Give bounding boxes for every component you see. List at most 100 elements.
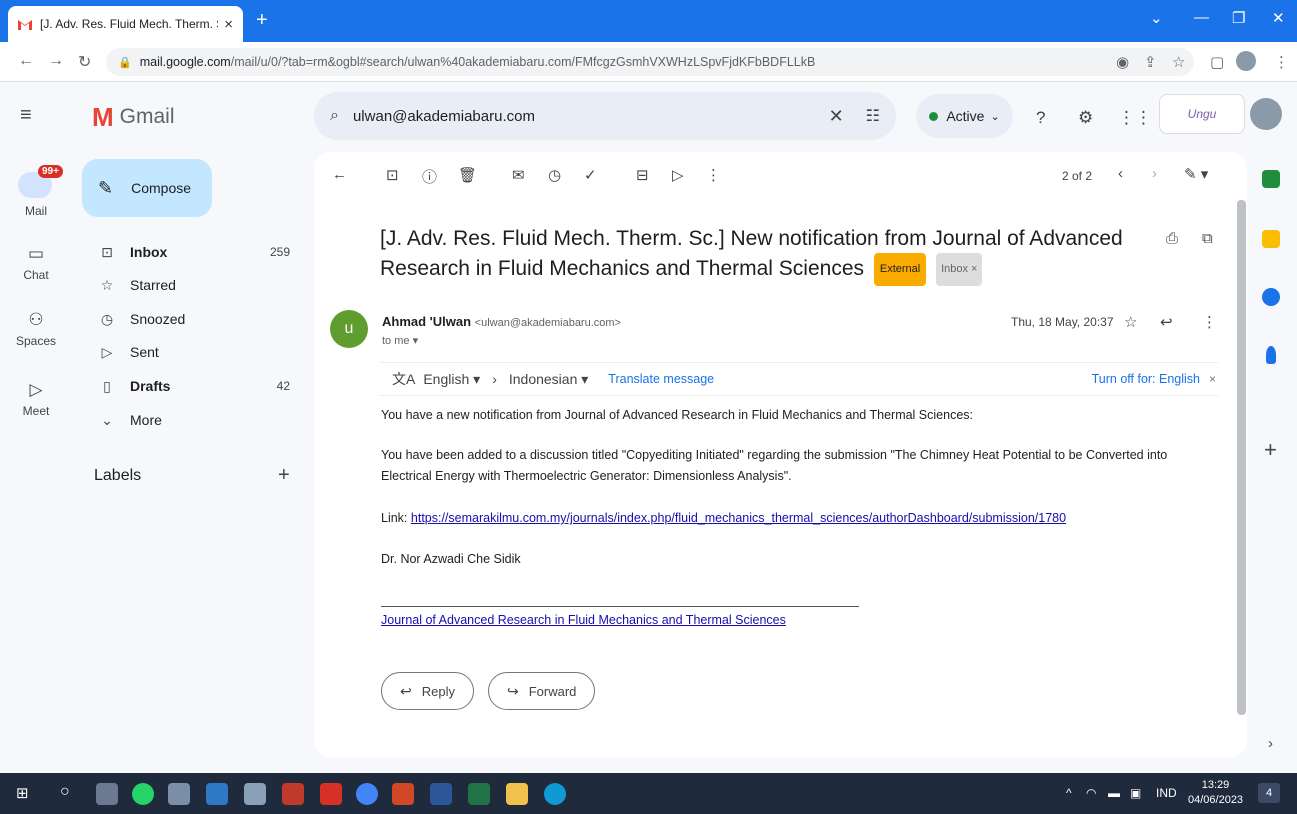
extension-icon[interactable]: ◉ xyxy=(1116,53,1129,71)
taskbar-search-icon[interactable]: ○ xyxy=(60,783,70,801)
print-icon[interactable]: ⎙ xyxy=(1166,230,1178,247)
sender-name[interactable]: Ahmad 'Ulwan xyxy=(382,314,471,329)
excel-icon[interactable] xyxy=(468,783,490,805)
reply-icon[interactable]: ↩ xyxy=(1160,313,1173,331)
acrobat-icon[interactable] xyxy=(320,783,342,805)
wifi-icon[interactable]: ◠ xyxy=(1086,786,1096,800)
archive-icon[interactable]: ⊡ xyxy=(386,166,399,184)
tab-close-icon[interactable]: × xyxy=(224,16,233,33)
calendar-icon[interactable] xyxy=(1262,170,1280,188)
search-icon[interactable]: ⌕ xyxy=(330,107,339,125)
minimize-icon[interactable]: — xyxy=(1194,9,1209,26)
translate-message-link[interactable]: Translate message xyxy=(608,372,714,386)
calculator-icon[interactable] xyxy=(206,783,228,805)
message-more-icon[interactable]: ⋮ xyxy=(1202,313,1217,331)
mendeley-icon[interactable] xyxy=(282,783,304,805)
input-language[interactable]: IND xyxy=(1156,786,1177,800)
chrome-icon[interactable] xyxy=(356,783,378,805)
source-language-select[interactable]: English ▾ xyxy=(423,371,480,388)
get-addons-icon[interactable]: + xyxy=(1264,437,1277,463)
newer-icon[interactable]: ‹ xyxy=(1118,165,1123,182)
notification-center-icon[interactable]: 4 xyxy=(1258,783,1280,803)
status-selector[interactable]: Active ⌄ xyxy=(916,94,1013,138)
label-icon[interactable]: ▷ xyxy=(672,166,684,184)
keep-icon[interactable] xyxy=(1262,230,1280,248)
open-new-window-icon[interactable]: ⧉ xyxy=(1202,230,1213,247)
inbox-label-chip[interactable]: Inbox × xyxy=(936,253,983,286)
reload-icon[interactable]: ↻ xyxy=(78,52,91,72)
profile-avatar-icon[interactable] xyxy=(1236,51,1256,71)
tasks-icon[interactable] xyxy=(1262,288,1280,306)
word-icon[interactable] xyxy=(430,783,452,805)
rail-item-spaces[interactable]: ⚇ Spaces xyxy=(0,310,72,348)
delete-icon[interactable]: 🗑 xyxy=(458,166,477,184)
tray-overflow-icon[interactable]: ^ xyxy=(1066,786,1072,800)
back-icon[interactable]: ← xyxy=(18,52,34,70)
side-panel-icon[interactable]: ▢ xyxy=(1210,53,1224,71)
main-menu-icon[interactable]: ≡ xyxy=(20,104,32,127)
target-language-select[interactable]: Indonesian ▾ xyxy=(509,371,588,388)
url-bar[interactable]: 🔒 mail.google.com /mail/u/0/?tab=rm&ogbl… xyxy=(106,48,1194,76)
nav-item-drafts[interactable]: ▯ Drafts 42 xyxy=(82,370,302,402)
powerpoint-icon[interactable] xyxy=(392,783,414,805)
whatsapp-icon[interactable] xyxy=(132,783,154,805)
share-icon[interactable]: ⇪ xyxy=(1144,53,1157,71)
compose-button[interactable]: ✎ Compose xyxy=(82,159,212,217)
forward-icon[interactable]: → xyxy=(48,52,64,70)
apps-grid-icon[interactable]: ⋮⋮ xyxy=(1118,108,1152,128)
edge-icon[interactable] xyxy=(544,783,566,805)
mark-unread-icon[interactable]: ✉ xyxy=(512,166,525,184)
sender-avatar[interactable]: u xyxy=(330,310,368,348)
restore-icon[interactable]: ❐ xyxy=(1232,9,1245,27)
windows-start-icon[interactable]: ⊞ xyxy=(16,784,29,802)
rail-item-chat[interactable]: ▭ Chat xyxy=(0,244,72,282)
help-icon[interactable]: ? xyxy=(1036,108,1045,128)
search-options-icon[interactable]: ☷ xyxy=(866,106,880,126)
report-spam-icon[interactable]: ⓘ xyxy=(422,166,437,187)
nav-item-sent[interactable]: ▷ Sent xyxy=(82,336,302,368)
org-logo[interactable]: Ungu xyxy=(1159,94,1245,134)
nav-item-snoozed[interactable]: ◷ Snoozed xyxy=(82,303,302,335)
submission-link[interactable]: https://semarakilmu.com.my/journals/inde… xyxy=(411,511,1066,525)
turn-off-translation-link[interactable]: Turn off for: English xyxy=(1092,372,1200,386)
battery-icon[interactable]: ▬ xyxy=(1108,786,1120,800)
contacts-icon[interactable] xyxy=(1266,346,1276,364)
close-window-icon[interactable]: ✕ xyxy=(1272,9,1285,27)
show-side-panel-icon[interactable]: › xyxy=(1268,735,1273,752)
snooze-icon[interactable]: ◷ xyxy=(548,166,561,184)
settings-gear-icon[interactable]: ⚙ xyxy=(1078,108,1093,128)
file-explorer-icon[interactable] xyxy=(506,783,528,805)
bookmark-star-icon[interactable]: ☆ xyxy=(1172,53,1185,71)
add-label-icon[interactable]: + xyxy=(278,464,290,487)
account-avatar[interactable] xyxy=(1250,98,1282,130)
nav-item-inbox[interactable]: ⊡ Inbox 259 xyxy=(82,236,302,268)
paint-app-icon[interactable] xyxy=(168,783,190,805)
search-bar[interactable]: ⌕ ulwan@akademiabaru.com ✕ ☷ xyxy=(314,92,896,140)
input-tools-icon[interactable]: ✎ ▾ xyxy=(1184,165,1208,183)
rail-item-mail[interactable]: Mail xyxy=(0,204,72,218)
snipping-tool-icon[interactable] xyxy=(244,783,266,805)
clear-search-icon[interactable]: ✕ xyxy=(829,106,844,127)
gmail-logo[interactable]: M Gmail xyxy=(92,104,175,130)
reply-button[interactable]: ↩ Reply xyxy=(381,672,474,710)
move-to-icon[interactable]: ⊟ xyxy=(636,166,649,184)
forward-button[interactable]: ↪ Forward xyxy=(488,672,596,710)
back-to-list-icon[interactable]: ← xyxy=(332,166,347,183)
browser-menu-icon[interactable]: ⋮ xyxy=(1274,53,1289,71)
message-scrollbar[interactable] xyxy=(1237,200,1246,715)
keyboard-tray-icon[interactable]: ▣ xyxy=(1130,786,1141,800)
rail-item-meet[interactable]: ▷ Meet xyxy=(0,380,72,418)
older-icon[interactable]: › xyxy=(1152,165,1157,182)
star-message-icon[interactable]: ☆ xyxy=(1124,313,1137,331)
recipient-details[interactable]: to me ▾ xyxy=(382,334,418,347)
browser-tab[interactable]: [J. Adv. Res. Fluid Mech. Therm. S × xyxy=(8,6,243,42)
journal-link[interactable]: Journal of Advanced Research in Fluid Me… xyxy=(381,613,786,627)
security-app-icon[interactable] xyxy=(96,783,118,805)
taskbar-clock[interactable]: 13:29 04/06/2023 xyxy=(1188,778,1243,808)
add-task-icon[interactable]: ✓ xyxy=(584,166,597,184)
nav-item-starred[interactable]: ☆ Starred xyxy=(82,269,302,301)
dismiss-translate-icon[interactable]: × xyxy=(1209,372,1216,386)
search-input[interactable]: ulwan@akademiabaru.com xyxy=(353,108,829,125)
nav-item-more[interactable]: ⌄ More xyxy=(82,404,302,436)
tab-search-icon[interactable]: ⌄ xyxy=(1150,9,1163,27)
